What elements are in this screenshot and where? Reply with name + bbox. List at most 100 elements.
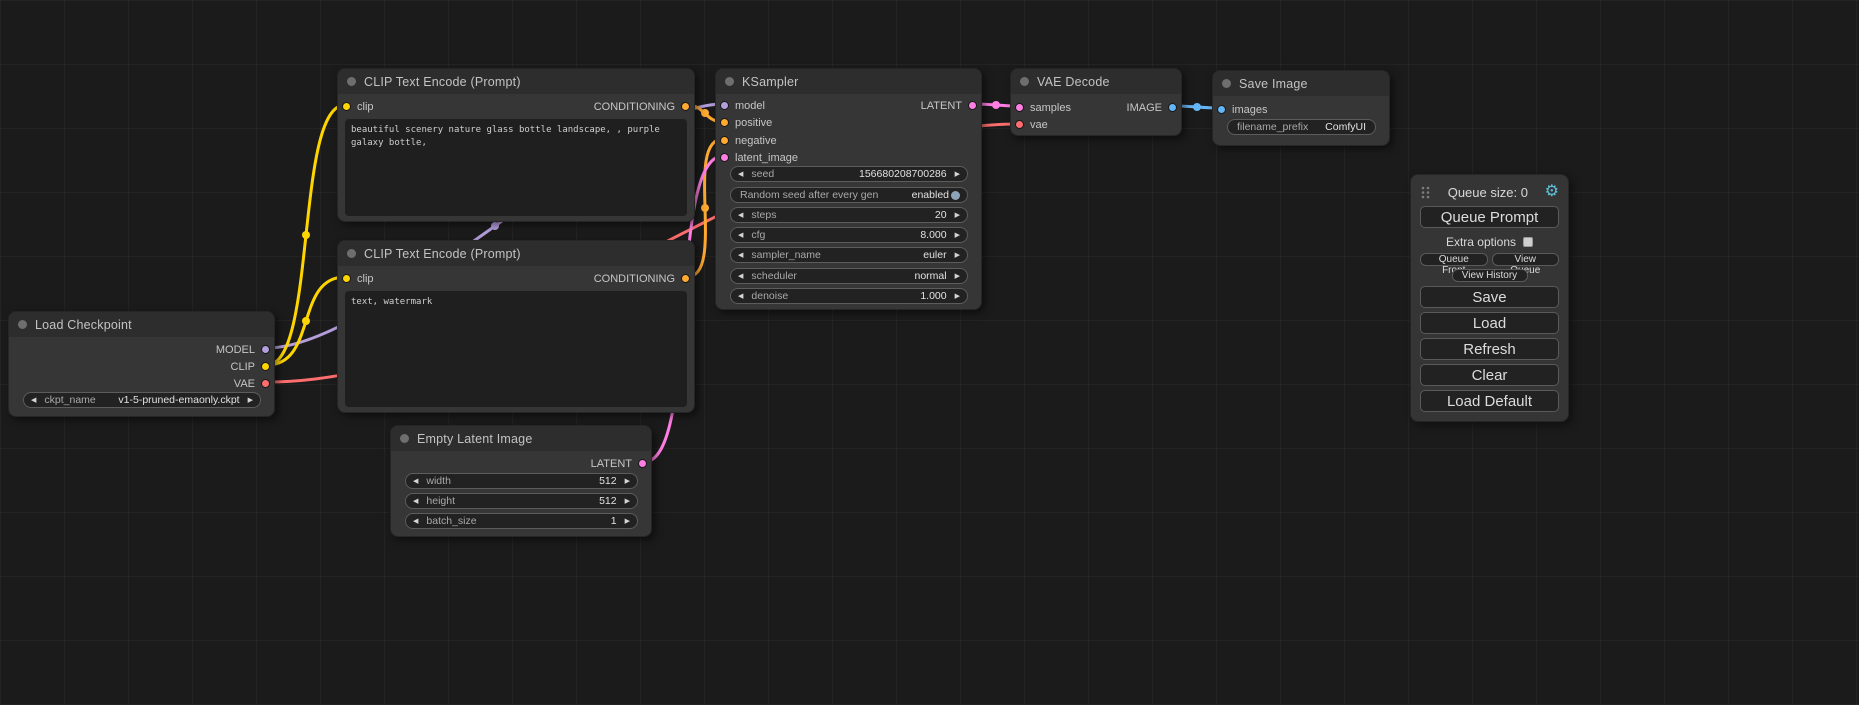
node-save-image[interactable]: Save Image images filename_prefix ComfyU… <box>1212 70 1390 146</box>
node-title-bar[interactable]: CLIP Text Encode (Prompt) <box>338 69 694 94</box>
collapse-dot-icon[interactable] <box>1222 79 1231 88</box>
increment-arrow-icon[interactable]: ▶ <box>625 478 630 485</box>
widget-value: 1 <box>611 515 617 527</box>
settings-gear-icon[interactable]: ⚙ <box>1545 184 1559 200</box>
extra-options-label: Extra options <box>1446 235 1516 249</box>
input-slot-samples: samples <box>1015 99 1071 116</box>
load-button[interactable]: Load <box>1420 312 1559 334</box>
increment-arrow-icon[interactable]: ▶ <box>955 293 960 300</box>
decrement-arrow-icon[interactable]: ◀ <box>31 397 36 404</box>
node-vae-decode[interactable]: VAE Decode samples IMAGE vae <box>1010 68 1182 136</box>
increment-arrow-icon[interactable]: ▶ <box>955 232 960 239</box>
clear-button[interactable]: Clear <box>1420 364 1559 386</box>
increment-arrow-icon[interactable]: ▶ <box>955 171 960 178</box>
toggle-enabled-icon[interactable] <box>951 191 960 200</box>
image-output-port[interactable] <box>1168 103 1177 112</box>
collapse-dot-icon[interactable] <box>18 320 27 329</box>
node-title-bar[interactable]: KSampler <box>716 69 981 94</box>
decrement-arrow-icon[interactable]: ◀ <box>413 518 418 525</box>
increment-arrow-icon[interactable]: ▶ <box>248 397 253 404</box>
widget-name: sampler_name <box>751 249 820 261</box>
decrement-arrow-icon[interactable]: ◀ <box>738 232 743 239</box>
widget-name: filename_prefix <box>1237 121 1308 133</box>
height-widget[interactable]: ◀ height 512 ▶ <box>405 493 638 509</box>
vae-input-port[interactable] <box>1015 120 1024 129</box>
widget-name: height <box>426 495 455 507</box>
denoise-widget[interactable]: ◀ denoise 1.000 ▶ <box>730 288 968 304</box>
increment-arrow-icon[interactable]: ▶ <box>625 498 630 505</box>
prompt-textarea[interactable]: text, watermark <box>345 291 687 407</box>
load-default-button[interactable]: Load Default <box>1420 390 1559 412</box>
positive-input-port[interactable] <box>720 118 729 127</box>
increment-arrow-icon[interactable]: ▶ <box>955 252 960 259</box>
decrement-arrow-icon[interactable]: ◀ <box>738 212 743 219</box>
widget-value: 156680208700286 <box>859 168 947 180</box>
queue-front-button[interactable]: Queue Front <box>1420 253 1488 266</box>
node-clip-text-encode-positive[interactable]: CLIP Text Encode (Prompt) clip CONDITION… <box>337 68 695 222</box>
drag-handle-icon[interactable] <box>1420 185 1431 200</box>
seed-widget[interactable]: ◀ seed 156680208700286 ▶ <box>730 166 968 182</box>
latent-image-input-port[interactable] <box>720 153 729 162</box>
refresh-button[interactable]: Refresh <box>1420 338 1559 360</box>
prompt-textarea[interactable]: beautiful scenery nature glass bottle la… <box>345 119 687 216</box>
random-seed-toggle-widget[interactable]: Random seed after every gen enabled <box>730 187 968 203</box>
latent-output-port[interactable] <box>968 101 977 110</box>
collapse-dot-icon[interactable] <box>347 77 356 86</box>
collapse-dot-icon[interactable] <box>1020 77 1029 86</box>
slot-label: vae <box>1030 119 1048 131</box>
sampler-name-widget[interactable]: ◀ sampler_name euler ▶ <box>730 247 968 263</box>
collapse-dot-icon[interactable] <box>400 434 409 443</box>
output-slot-latent: LATENT <box>921 97 977 114</box>
width-widget[interactable]: ◀ width 512 ▶ <box>405 473 638 489</box>
clip-input-port[interactable] <box>342 274 351 283</box>
model-output-port[interactable] <box>261 345 270 354</box>
input-slot-model: model <box>720 97 765 114</box>
filename-prefix-widget[interactable]: filename_prefix ComfyUI <box>1227 119 1376 135</box>
model-input-port[interactable] <box>720 101 729 110</box>
increment-arrow-icon[interactable]: ▶ <box>625 518 630 525</box>
decrement-arrow-icon[interactable]: ◀ <box>738 171 743 178</box>
collapse-dot-icon[interactable] <box>725 77 734 86</box>
cfg-widget[interactable]: ◀ cfg 8.000 ▶ <box>730 227 968 243</box>
widget-value: v1-5-pruned-emaonly.ckpt <box>118 394 239 406</box>
decrement-arrow-icon[interactable]: ◀ <box>738 273 743 280</box>
decrement-arrow-icon[interactable]: ◀ <box>738 293 743 300</box>
widget-name: batch_size <box>426 515 476 527</box>
clip-input-port[interactable] <box>342 102 351 111</box>
node-ksampler[interactable]: KSampler model LATENT positive negative … <box>715 68 982 310</box>
node-title-bar[interactable]: Empty Latent Image <box>391 426 651 451</box>
conditioning-output-port[interactable] <box>681 274 690 283</box>
conditioning-output-port[interactable] <box>681 102 690 111</box>
collapse-dot-icon[interactable] <box>347 249 356 258</box>
node-clip-text-encode-negative[interactable]: CLIP Text Encode (Prompt) clip CONDITION… <box>337 240 695 413</box>
increment-arrow-icon[interactable]: ▶ <box>955 212 960 219</box>
widget-name: Random seed after every gen <box>740 189 878 201</box>
view-queue-button[interactable]: View Queue <box>1492 253 1560 266</box>
node-title-bar[interactable]: CLIP Text Encode (Prompt) <box>338 241 694 266</box>
node-title-bar[interactable]: VAE Decode <box>1011 69 1181 94</box>
steps-widget[interactable]: ◀ steps 20 ▶ <box>730 207 968 223</box>
node-title-bar[interactable]: Load Checkpoint <box>9 312 274 337</box>
slot-label: CONDITIONING <box>594 273 675 285</box>
clip-output-port[interactable] <box>261 362 270 371</box>
samples-input-port[interactable] <box>1015 103 1024 112</box>
scheduler-widget[interactable]: ◀ scheduler normal ▶ <box>730 268 968 284</box>
link-dot <box>701 204 709 212</box>
view-history-button[interactable]: View History <box>1452 269 1528 282</box>
queue-prompt-button[interactable]: Queue Prompt <box>1420 206 1559 228</box>
batch-size-widget[interactable]: ◀ batch_size 1 ▶ <box>405 513 638 529</box>
ckpt-name-widget[interactable]: ◀ ckpt_name v1-5-pruned-emaonly.ckpt ▶ <box>23 392 261 408</box>
decrement-arrow-icon[interactable]: ◀ <box>413 498 418 505</box>
latent-output-port[interactable] <box>638 459 647 468</box>
vae-output-port[interactable] <box>261 379 270 388</box>
images-input-port[interactable] <box>1217 105 1226 114</box>
negative-input-port[interactable] <box>720 136 729 145</box>
node-title-bar[interactable]: Save Image <box>1213 71 1389 96</box>
decrement-arrow-icon[interactable]: ◀ <box>413 478 418 485</box>
node-empty-latent-image[interactable]: Empty Latent Image LATENT ◀ width 512 ▶ … <box>390 425 652 537</box>
save-button[interactable]: Save <box>1420 286 1559 308</box>
increment-arrow-icon[interactable]: ▶ <box>955 273 960 280</box>
node-load-checkpoint[interactable]: Load Checkpoint MODEL CLIP VAE ◀ ckpt_na… <box>8 311 275 417</box>
decrement-arrow-icon[interactable]: ◀ <box>738 252 743 259</box>
extra-options-checkbox[interactable] <box>1523 237 1533 247</box>
